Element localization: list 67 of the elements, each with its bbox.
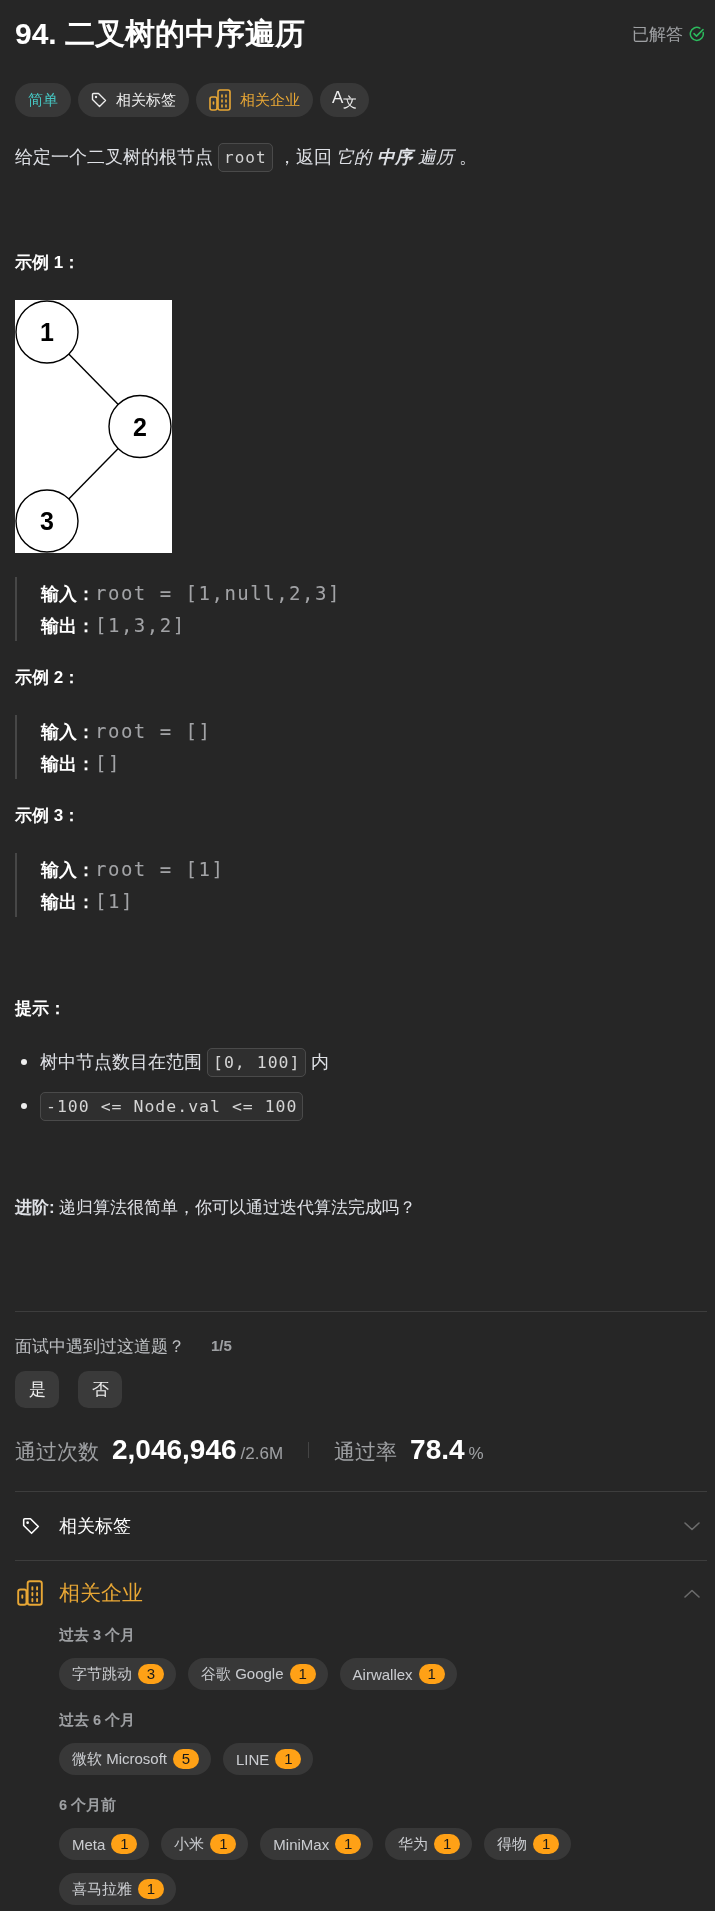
count-badge: 5 (173, 1749, 199, 1769)
bullet-icon (21, 1103, 27, 1109)
count-badge: 3 (138, 1664, 164, 1684)
company-tag[interactable]: Airwallex 1 (339, 1658, 457, 1690)
stat-value: 78.4 (410, 1434, 465, 1466)
difficulty-tag[interactable]: 简单 (15, 83, 71, 117)
example-line: 输出：[1,3,2] (41, 613, 187, 638)
stat-label: 通过次数 (15, 1439, 99, 1465)
answer-button[interactable]: 否 (78, 1371, 122, 1408)
company-tag[interactable]: 喜马拉雅 1 (59, 1873, 176, 1905)
company-tag[interactable]: 谷歌 Google 1 (188, 1658, 328, 1690)
company-tag[interactable]: Meta 1 (59, 1828, 150, 1860)
count-badge: 1 (275, 1749, 302, 1769)
company-tag[interactable]: 得物 1 (484, 1828, 572, 1860)
example-title: 示例 3： (15, 805, 82, 827)
example-line: 输入：root = [1] (41, 857, 226, 882)
period-label: 6 个月前 (59, 1796, 118, 1815)
example-title: 示例 1： (15, 252, 82, 274)
count-badge: 1 (335, 1834, 362, 1854)
period-label: 过去 6 个月 (59, 1711, 137, 1730)
translate-button[interactable]: A$_{文}$ (320, 83, 370, 117)
topics-button[interactable]: 相关标签 (78, 83, 189, 117)
company-tag[interactable]: 华为 1 (385, 1828, 473, 1860)
count-badge: 1 (418, 1664, 445, 1684)
company-tag[interactable]: 微软 Microsoft 5 (59, 1743, 211, 1775)
stat-value: 2,046,946 (112, 1434, 237, 1466)
count-badge: 1 (434, 1834, 461, 1854)
tag-icon (22, 1517, 40, 1535)
interview-question: 面试中遇到过这道题？ (15, 1336, 185, 1357)
example-line: 输出：[1] (41, 889, 135, 914)
company-tag[interactable]: MiniMax 1 (260, 1828, 374, 1860)
section-header[interactable]: 相关企业 (15, 1561, 707, 1625)
tree-edge (68, 447, 119, 500)
follow-up-text: 进阶: 递归算法很简单，你可以通过迭代算法完成吗？ (15, 1197, 418, 1219)
hints-title: 提示： (15, 998, 67, 1020)
stat-suffix: /2.6M (240, 1444, 284, 1464)
building-icon (17, 1580, 43, 1606)
description-text: 给定一个二叉树的根节点 root ，返回 它的 中序 遍历 。 (15, 142, 707, 173)
example-line: 输入：root = [1,null,2,3] (41, 581, 342, 606)
tree-node: 2 (108, 394, 172, 459)
count-badge: 1 (533, 1834, 560, 1854)
count-badge: 1 (210, 1834, 237, 1854)
companies-button[interactable]: 相关企业 (196, 83, 313, 117)
tree-node: 1 (15, 300, 79, 364)
hint-text: 树中节点数目在范围 [0, 100] 内 (40, 1043, 330, 1081)
stat-suffix: % (468, 1444, 484, 1464)
company-tag[interactable]: 字节跳动 3 (59, 1658, 176, 1690)
bullet-icon (21, 1059, 27, 1065)
answer-button[interactable]: 是 (15, 1371, 59, 1408)
example-line: 输出：[] (41, 751, 122, 776)
section-header[interactable]: 相关标签 (15, 1492, 707, 1560)
tree-node: 3 (15, 489, 79, 553)
example-line: 输入：root = [] (41, 719, 213, 744)
example-title: 示例 2： (15, 667, 82, 689)
building-icon (209, 89, 231, 111)
count-badge: 1 (138, 1879, 164, 1899)
stat-label: 通过率 (334, 1439, 398, 1465)
solved-status: 已解答 (632, 23, 683, 46)
tag-icon (91, 92, 107, 108)
count-badge: 1 (289, 1664, 316, 1684)
company-tag[interactable]: LINE 1 (223, 1743, 314, 1775)
company-tag[interactable]: 小米 1 (161, 1828, 249, 1860)
problem-title: 94. 二叉树的中序遍历 (15, 16, 306, 52)
count-badge: 1 (111, 1834, 138, 1854)
period-label: 过去 3 个月 (59, 1626, 137, 1645)
survey-counter: 1/5 (211, 1336, 232, 1356)
tree-edge (68, 353, 119, 406)
